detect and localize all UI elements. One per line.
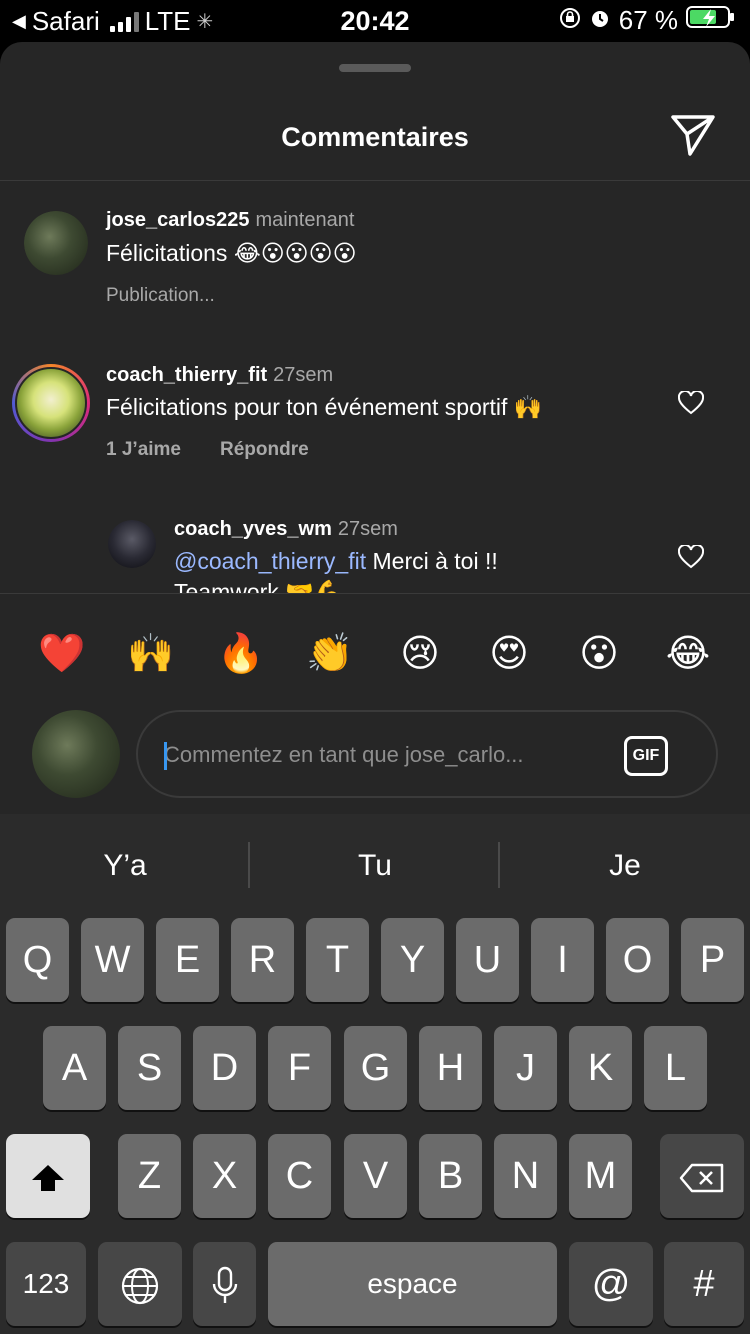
key-f[interactable]: F (268, 1026, 331, 1110)
username-text[interactable]: jose_carlos225 (106, 209, 249, 231)
reaction-heart-eyes[interactable]: 😍 (481, 626, 537, 682)
heart-icon[interactable] (677, 543, 705, 569)
username-text[interactable]: coach_thierry_fit (106, 364, 267, 386)
key-w[interactable]: W (81, 918, 144, 1002)
comment-input[interactable]: Commentez en tant que jose_carlo... GIF (136, 710, 718, 798)
space-key[interactable]: espace (268, 1242, 557, 1326)
reply-button[interactable]: Répondre (220, 439, 309, 461)
reaction-clap[interactable]: 👏 (302, 626, 358, 682)
sheet-title: Commentaires (281, 122, 469, 152)
comments-list[interactable]: jose_carlos225 maintenant Félicitations 😂… (0, 181, 750, 593)
comment-time: 27sem (337, 518, 398, 540)
backspace-icon (679, 1163, 724, 1193)
key-r[interactable]: R (231, 918, 294, 1002)
comment-input-placeholder[interactable]: Commentez en tant que jose_carlo... (164, 742, 524, 768)
key-d[interactable]: D (193, 1026, 256, 1110)
prediction-2[interactable]: Tu (250, 814, 500, 918)
battery-charging-icon (686, 5, 736, 36)
comment-text: Félicitations 😂😮😮😮😮 (106, 240, 357, 266)
battery-percent: 67 % (618, 5, 678, 35)
avatar-story-ring[interactable] (12, 364, 90, 442)
likes-count[interactable]: 1 J’aime (106, 439, 181, 461)
key-l[interactable]: L (644, 1026, 707, 1110)
key-t[interactable]: T (306, 918, 369, 1002)
key-o[interactable]: O (606, 918, 669, 1002)
key-p[interactable]: P (681, 918, 744, 1002)
delete-key[interactable] (660, 1134, 744, 1218)
comment-username[interactable]: coach_thierry_fit 27sem (106, 364, 333, 387)
key-e[interactable]: E (156, 918, 219, 1002)
key-y[interactable]: Y (381, 918, 444, 1002)
reply-text: @coach_thierry_fit Merci à toi !! Teamwo… (174, 546, 498, 593)
shift-key[interactable] (6, 1134, 90, 1218)
key-n[interactable]: N (494, 1134, 557, 1218)
comment-text: Félicitations pour ton événement sportif… (106, 394, 543, 420)
key-g[interactable]: G (344, 1026, 407, 1110)
key-z[interactable]: Z (118, 1134, 181, 1218)
hash-key[interactable]: # (664, 1242, 744, 1326)
reply-text-line1: Merci à toi !! (366, 548, 498, 574)
key-x[interactable]: X (193, 1134, 256, 1218)
key-a[interactable]: A (43, 1026, 106, 1110)
key-i[interactable]: I (531, 918, 594, 1002)
quick-reactions-bar: ❤️ 🙌 🔥 👏 😢 😍 😮 😂 (0, 626, 750, 682)
text-caret (164, 742, 167, 770)
heart-icon[interactable] (677, 389, 705, 415)
username-text[interactable]: coach_yves_wm (174, 518, 332, 540)
numbers-key[interactable]: 123 (6, 1242, 86, 1326)
key-m[interactable]: M (569, 1134, 632, 1218)
globe-icon (121, 1267, 159, 1305)
avatar[interactable] (24, 211, 88, 275)
orientation-lock-icon (559, 5, 581, 36)
dictation-key[interactable] (193, 1242, 256, 1326)
key-k[interactable]: K (569, 1026, 632, 1110)
keyboard: Y’a Tu Je Q W E R T Y U I O P A S D F G … (0, 814, 750, 1334)
sheet-grabber[interactable] (339, 64, 411, 72)
reaction-laughing[interactable]: 😂 (660, 626, 716, 682)
key-j[interactable]: J (494, 1026, 557, 1110)
reply-text-line2: Teamwork 🤝💪 (174, 579, 343, 593)
reaction-heart[interactable]: ❤️ (34, 626, 90, 682)
status-bar: ◀ Safari LTE ✳ 20:42 67 % (0, 0, 750, 42)
reaction-raised-hands[interactable]: 🙌 (123, 626, 179, 682)
comment-username[interactable]: jose_carlos225 maintenant (106, 209, 354, 232)
key-h[interactable]: H (419, 1026, 482, 1110)
avatar[interactable] (108, 520, 156, 568)
key-u[interactable]: U (456, 918, 519, 1002)
paper-plane-icon[interactable] (668, 112, 718, 158)
reaction-fire[interactable]: 🔥 (213, 626, 269, 682)
reaction-surprised[interactable]: 😮 (571, 626, 627, 682)
reaction-crying[interactable]: 😢 (392, 626, 448, 682)
reply-username[interactable]: coach_yves_wm 27sem (174, 518, 398, 541)
comment-status: Publication... (106, 285, 215, 306)
current-user-avatar (32, 710, 120, 798)
comment-time: maintenant (255, 209, 355, 231)
gif-button[interactable]: GIF (624, 736, 668, 776)
key-v[interactable]: V (344, 1134, 407, 1218)
shift-icon (32, 1164, 64, 1191)
status-right: 67 % (559, 5, 736, 36)
key-c[interactable]: C (268, 1134, 331, 1218)
key-b[interactable]: B (419, 1134, 482, 1218)
at-key[interactable]: @ (569, 1242, 653, 1326)
microphone-icon (212, 1266, 237, 1303)
globe-key[interactable] (98, 1242, 182, 1326)
mention-link[interactable]: @coach_thierry_fit (174, 548, 366, 574)
alarm-icon (589, 5, 611, 36)
prediction-3[interactable]: Je (500, 814, 750, 918)
key-q[interactable]: Q (6, 918, 69, 1002)
key-s[interactable]: S (118, 1026, 181, 1110)
prediction-1[interactable]: Y’a (0, 814, 250, 918)
comment-time: 27sem (273, 364, 334, 386)
reactions-divider (0, 593, 750, 594)
comments-sheet: Commentaires jose_carlos225 maintenant Fé… (0, 42, 750, 814)
